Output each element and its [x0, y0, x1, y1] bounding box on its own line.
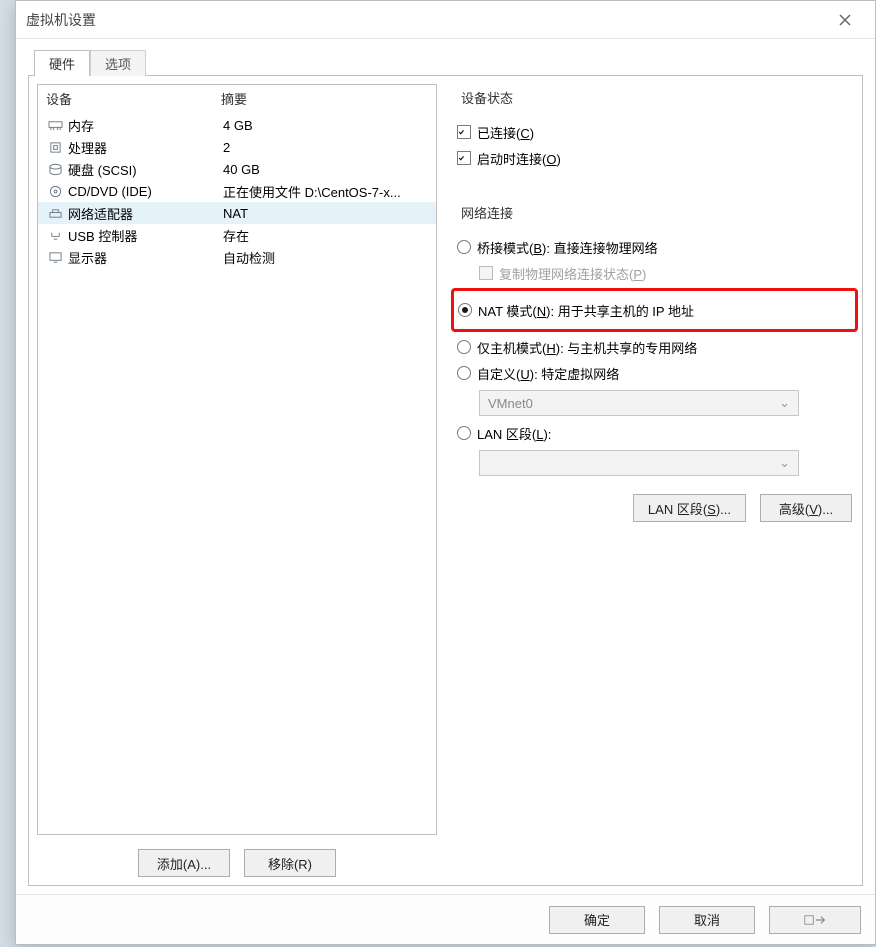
radio-host-only[interactable]: 仅主机模式(H): 与主机共享的专用网络 [457, 336, 852, 358]
device-name: USB 控制器 [68, 226, 223, 245]
highlight-nat: NAT 模式(N): 用于共享主机的 IP 地址 [451, 288, 858, 332]
chevron-down-icon: ⌄ [779, 455, 790, 471]
device-row-net[interactable]: 网络适配器NAT [38, 202, 436, 224]
device-name: CD/DVD (IDE) [68, 184, 223, 199]
check-icon [457, 125, 471, 139]
device-summary: NAT [223, 206, 428, 221]
col-device: 设备 [46, 89, 221, 108]
radio-icon [457, 366, 471, 380]
check-icon [457, 151, 471, 165]
device-row-display[interactable]: 显示器自动检测 [38, 246, 436, 268]
group-device-state: 设备状态 已连接(C) 启动时连接(O) [457, 88, 852, 187]
combo-custom-vmnet: VMnet0 ⌄ [479, 390, 799, 416]
device-summary: 正在使用文件 D:\CentOS-7-x... [223, 182, 428, 201]
device-row-usb[interactable]: USB 控制器存在 [38, 224, 436, 246]
radio-nat[interactable]: NAT 模式(N): 用于共享主机的 IP 地址 [458, 299, 851, 321]
device-summary: 存在 [223, 226, 428, 245]
add-button[interactable]: 添加(A)... [138, 849, 230, 877]
check-icon [479, 266, 493, 280]
advanced-button[interactable]: 高级(V)... [760, 494, 852, 522]
radio-icon [458, 303, 472, 317]
network-legend: 网络连接 [457, 203, 517, 222]
device-name: 网络适配器 [68, 204, 223, 223]
remove-button[interactable]: 移除(R) [244, 849, 336, 877]
device-name: 显示器 [68, 248, 223, 267]
close-icon[interactable] [825, 5, 865, 35]
cd-icon [46, 183, 64, 199]
usb-icon [46, 227, 64, 243]
combo-lan-segment: ⌄ [479, 450, 799, 476]
checkbox-connected[interactable]: 已连接(C) [457, 121, 852, 143]
lan-segments-button[interactable]: LAN 区段(S)... [633, 494, 746, 522]
device-row-cd[interactable]: CD/DVD (IDE)正在使用文件 D:\CentOS-7-x... [38, 180, 436, 202]
radio-icon [457, 340, 471, 354]
display-icon [46, 249, 64, 265]
tab-hardware[interactable]: 硬件 [34, 50, 90, 76]
tab-options[interactable]: 选项 [90, 50, 146, 76]
device-summary: 自动检测 [223, 248, 428, 267]
radio-icon [457, 426, 471, 440]
chevron-down-icon: ⌄ [779, 395, 790, 411]
cpu-icon [46, 139, 64, 155]
vm-settings-dialog: 虚拟机设置 硬件 选项 设备 摘要 内存4 GB处理器2硬盘 (SCSI)40 … [15, 0, 876, 945]
radio-icon [457, 240, 471, 254]
dialog-footer: 确定 取消 [16, 894, 875, 944]
device-list-header: 设备 摘要 [38, 85, 436, 114]
device-summary: 40 GB [223, 162, 428, 177]
group-network-connection: 网络连接 桥接模式(B): 直接连接物理网络 复制物理网络连接状态(P) [457, 203, 852, 536]
device-name: 内存 [68, 116, 223, 135]
device-summary: 2 [223, 140, 428, 155]
memory-icon [46, 117, 64, 133]
device-name: 处理器 [68, 138, 223, 157]
radio-bridged[interactable]: 桥接模式(B): 直接连接物理网络 [457, 236, 852, 258]
titlebar: 虚拟机设置 [16, 1, 875, 39]
device-name: 硬盘 (SCSI) [68, 160, 223, 179]
disk-icon [46, 161, 64, 177]
help-button[interactable] [769, 906, 861, 934]
device-row-cpu[interactable]: 处理器2 [38, 136, 436, 158]
device-summary: 4 GB [223, 118, 428, 133]
net-icon [46, 205, 64, 221]
col-summary: 摘要 [221, 89, 428, 108]
dialog-title: 虚拟机设置 [26, 10, 96, 30]
radio-custom[interactable]: 自定义(U): 特定虚拟网络 [457, 362, 852, 384]
device-row-disk[interactable]: 硬盘 (SCSI)40 GB [38, 158, 436, 180]
ok-button[interactable]: 确定 [549, 906, 645, 934]
checkbox-replicate-state: 复制物理网络连接状态(P) [479, 262, 852, 284]
radio-lan-segment[interactable]: LAN 区段(L): [457, 422, 852, 444]
cancel-button[interactable]: 取消 [659, 906, 755, 934]
device-state-legend: 设备状态 [457, 88, 517, 107]
checkbox-connect-at-poweron[interactable]: 启动时连接(O) [457, 147, 852, 169]
help-icon [804, 913, 826, 927]
device-row-memory[interactable]: 内存4 GB [38, 114, 436, 136]
device-list[interactable]: 设备 摘要 内存4 GB处理器2硬盘 (SCSI)40 GBCD/DVD (ID… [37, 84, 437, 835]
